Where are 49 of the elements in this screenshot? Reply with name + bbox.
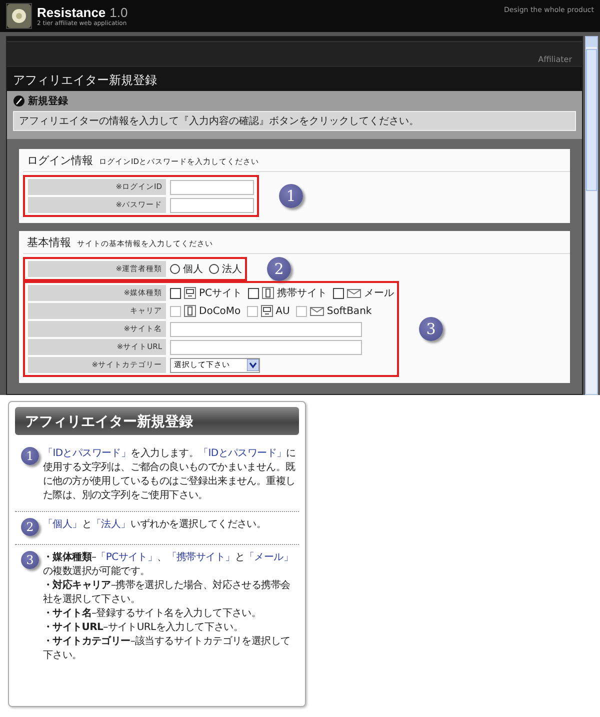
note-text: ・媒体種類–「PCサイト」、「携帯サイト」と「メール」 の複数選択が可能です。: [43, 551, 294, 579]
option-label: DoCoMo: [199, 306, 241, 316]
flower-icon: [6, 3, 32, 29]
envelope-icon: [310, 305, 324, 317]
option-label: SoftBank: [326, 306, 372, 316]
input-field[interactable]: [170, 322, 362, 336]
panel-heading: 新規登録: [28, 94, 68, 108]
option-label: 携帯サイト: [277, 286, 328, 300]
step-number-badge: 2: [267, 257, 291, 281]
option-label: 個人: [183, 263, 203, 276]
option-label: メール: [364, 287, 394, 300]
instruction-message: アフィリエイターの情報を入力して『入力内容の確認』ボタンをクリックしてください。: [13, 111, 576, 131]
note-text: 「個人」と「法人」いずれかを選択してください。: [43, 518, 268, 532]
scrollbar[interactable]: [585, 36, 598, 395]
input-field[interactable]: [170, 340, 362, 354]
notes-title: アフィリエイター新規登録: [25, 414, 193, 430]
phone-icon: [184, 305, 196, 317]
checkbox[interactable]: [248, 288, 260, 298]
envelope-icon: [347, 287, 362, 299]
radio-button[interactable]: [170, 264, 180, 274]
option-label: AU: [276, 306, 290, 316]
option-label: 法人: [222, 262, 242, 276]
monitor-icon: [184, 287, 196, 299]
pencil-icon: [13, 95, 25, 107]
note-text: ・サイト名–登録するサイト名を入力して下さい。: [43, 607, 262, 621]
option-label: PCサイト: [199, 287, 242, 300]
radio-button[interactable]: [209, 264, 219, 274]
note-text: ・サイトURL–サイトURLを入力して下さい。: [43, 621, 244, 635]
step-number-badge: 2: [21, 518, 39, 536]
step-number-badge: 3: [21, 551, 39, 569]
page-title: アフィリエイター新規登録: [13, 73, 157, 87]
monitor-icon: [260, 305, 273, 317]
input-field[interactable]: [170, 180, 254, 194]
input-field[interactable]: [170, 198, 254, 212]
app-version: 1.0: [110, 5, 128, 20]
step-number-badge: 1: [21, 447, 39, 465]
checkbox[interactable]: [333, 288, 344, 298]
note-text: 「IDとパスワード」を入力します。「IDとパスワード」に使用する文字列は、ご都合の良いものでかまいません。既に他の方が使用しているものはご登録出来ません。重複した際は、別の文字列をご使用下さい。: [43, 447, 297, 503]
note-text: ・サイトカテゴリー–該当するサイトカテゴリを選択して下さい。: [43, 635, 292, 663]
note-text: ・対応キャリア–携帯を選択した場合、対応させる携帯会社を選択して下さい。: [43, 579, 292, 607]
phone-icon: [262, 287, 274, 299]
step-number-badge: 3: [419, 317, 444, 341]
dropdown-arrow-icon[interactable]: [247, 359, 259, 371]
step-number-badge: 1: [279, 184, 303, 208]
nav-link[interactable]: Affiliater: [538, 55, 572, 64]
section-title: ログイン情報: [27, 153, 93, 168]
app-title: Resistance: [37, 5, 106, 20]
checkbox[interactable]: [170, 288, 181, 298]
section-title: 基本情報: [27, 235, 71, 250]
